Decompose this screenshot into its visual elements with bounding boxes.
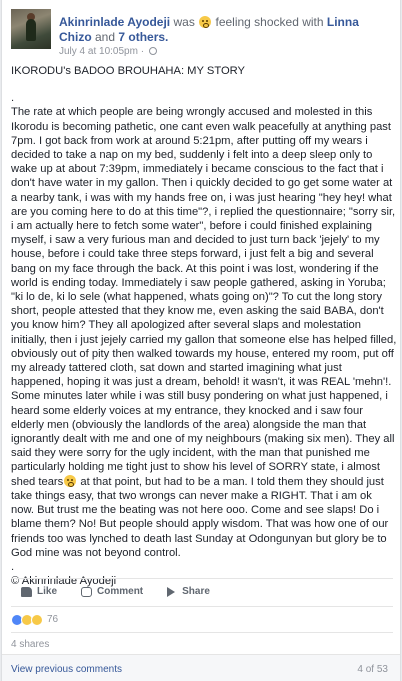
post-title: IKORODU's BADOO BROUHAHA: MY STORY: [11, 65, 246, 77]
post-card: Akinrinlade Ayodeji was feeling shocked …: [1, 0, 401, 681]
globe-icon[interactable]: [148, 47, 157, 55]
others-link[interactable]: 7 others.: [118, 30, 168, 44]
post-text-part1: The rate at which people are being wrong…: [11, 106, 397, 488]
reactions-summary[interactable]: 76: [11, 606, 393, 632]
share-button[interactable]: Share: [167, 586, 210, 597]
share-arrow-icon: [167, 586, 176, 597]
author-name-link[interactable]: Akinrinlade Ayodeji: [59, 15, 170, 29]
dot-separator: ·: [137, 46, 147, 57]
shares-count[interactable]: 4 shares: [11, 632, 393, 654]
thumbs-up-icon: [21, 586, 32, 597]
share-label: Share: [182, 586, 210, 597]
action-bar: Like Comment Share: [11, 578, 393, 604]
avatar-figure: [26, 19, 36, 41]
activity-text-post: feeling shocked with: [212, 15, 327, 29]
like-button[interactable]: Like: [21, 586, 57, 597]
crying-emoji-icon: [64, 474, 77, 487]
post-text-part2: at that point, but had to be a man. I to…: [11, 475, 389, 559]
comment-button[interactable]: Comment: [81, 586, 143, 597]
post-meta: July 4 at 10:05pm ·: [59, 46, 157, 57]
reaction-count: 76: [47, 614, 59, 625]
activity-text-pre: was: [170, 15, 199, 29]
comments-counter: 4 of 53: [357, 664, 388, 675]
shocked-emoji-icon: [199, 16, 212, 28]
post-dot: .: [11, 92, 15, 105]
avatar[interactable]: [11, 9, 51, 49]
comments-bar: View previous comments 4 of 53: [2, 654, 400, 681]
comment-label: Comment: [97, 586, 144, 597]
comment-bubble-icon: [81, 586, 93, 597]
post-dot: .: [11, 560, 15, 573]
like-label: Like: [37, 586, 58, 597]
post-timestamp[interactable]: July 4 at 10:05pm: [59, 46, 138, 57]
post-paragraph: The rate at which people are being wrong…: [11, 105, 397, 560]
post-header: Akinrinlade Ayodeji was feeling shocked …: [11, 9, 391, 57]
and-text: and: [91, 30, 119, 44]
wow-reaction-icon: [31, 613, 43, 626]
post-body: IKORODU's BADOO BROUHAHA: MY STORY . The…: [11, 64, 397, 588]
view-previous-comments-link[interactable]: View previous comments: [11, 664, 122, 675]
post-headline: Akinrinlade Ayodeji was feeling shocked …: [59, 15, 389, 45]
